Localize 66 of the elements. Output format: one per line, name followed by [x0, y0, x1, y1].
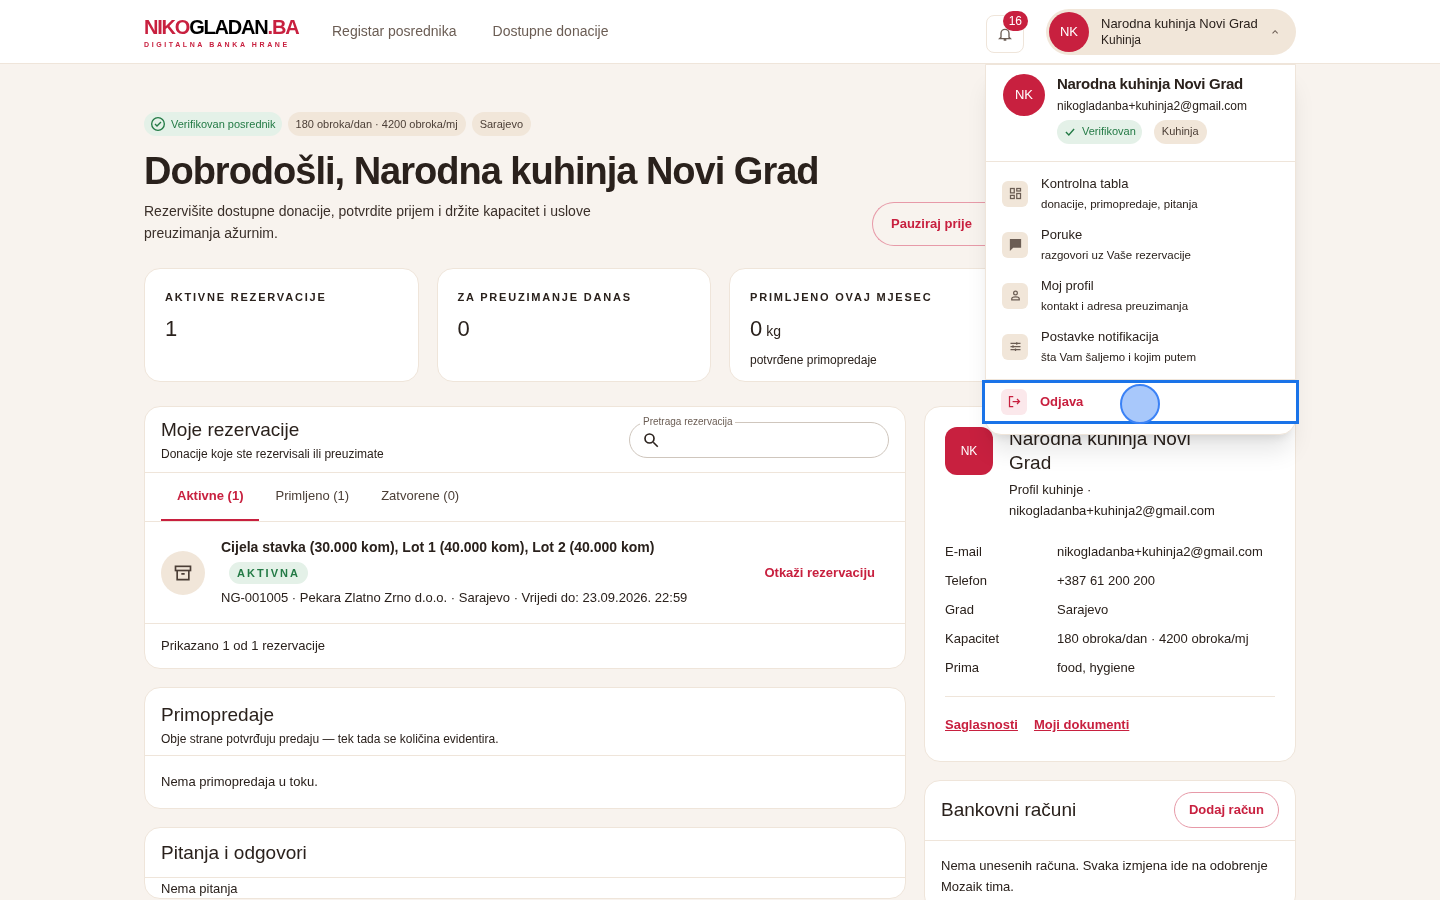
grid-icon — [1007, 186, 1023, 201]
card-title: Bankovni računi — [941, 797, 1077, 822]
card-subtitle: Obje strane potvrđuju predaju — tek tada se količina evidentira. — [161, 730, 500, 748]
field-label: Prima — [945, 658, 980, 677]
card-title: Moje rezervacije — [161, 418, 301, 443]
menu-item[interactable]: Postavke notifikacija šta Vam šaljemo i kojim putem — [986, 324, 1295, 369]
field-value: nikogladanba+kuhinja2@gmail.com — [1057, 542, 1263, 561]
info-badge: Kuhinja — [1153, 119, 1207, 144]
search-icon — [642, 430, 660, 449]
field-label: Grad — [945, 600, 975, 619]
cancel-link[interactable]: Otkaži rezervaciju — [764, 562, 875, 583]
logout-icon — [1006, 394, 1022, 409]
stat-label: AKTIVNE REZERVACIJE — [165, 290, 328, 305]
box-icon — [161, 550, 205, 595]
stat-note: potvrđene primopredaje — [750, 351, 878, 369]
field-value: +387 61 200 200 — [1057, 571, 1155, 590]
stat-unit: kg — [766, 321, 782, 341]
field-value: 180 obroka/dan · 4200 obroka/mj — [1057, 629, 1249, 648]
notification-count: 16 — [1002, 10, 1028, 31]
empty-message: Nema primopredaja u toku. — [160, 773, 319, 791]
info-badge: 180 obroka/dan · 4200 obroka/mj — [287, 112, 466, 136]
nav-link[interactable]: Registar posrednika — [332, 21, 457, 42]
card-subtitle: Donacije koje ste rezervisali ili preuzimate — [161, 445, 384, 463]
avatar: NK — [1049, 11, 1089, 52]
stat-value: 1 — [165, 314, 178, 343]
account-name: Narodna kuhinja Novi Grad — [1101, 15, 1258, 32]
chat-icon — [1007, 237, 1023, 252]
verified-badge: Verifikovan — [1057, 119, 1142, 144]
empty-message: Nema unesenih računa. Svaka izmjena ide na odobrenje Mozaik tima. — [940, 856, 1269, 896]
status-badge: AKTIVNA — [229, 562, 308, 585]
field-label: E-mail — [945, 542, 983, 561]
reservation-title: Cijela stavka (30.000 kom), Lot 1 (40.000 kom), Lot 2 (40.000 kom) — [221, 538, 656, 558]
stat-value: 0 — [457, 314, 470, 343]
card-title: Pitanja i odgovori — [161, 841, 308, 865]
stat-label: ZA PREUZIMANJE DANAS — [457, 290, 633, 305]
stat-value: 0 — [750, 314, 763, 343]
verified-badge: Verifikovan posrednik — [144, 112, 282, 136]
profile-subtitle: Profil kuhinje · — [1009, 481, 1093, 499]
field-value: Sarajevo — [1057, 600, 1109, 619]
profile-email: nikogladanba+kuhinja2@gmail.com — [1009, 502, 1216, 520]
profile-link[interactable]: Saglasnosti — [945, 715, 1018, 735]
avatar: NK — [1003, 74, 1045, 116]
menu-item[interactable]: Moj profil kontakt i adresa preuzimanja — [986, 273, 1295, 318]
tab[interactable]: Aktivne (1) — [161, 473, 260, 521]
reservation-details: NG-001005 · Pekara Zlatno Zrno d.o.o. · Sarajevo · Vrijedi do: 23.09.2026. 22:59 — [221, 589, 689, 608]
profile-link[interactable]: Moji dokumenti — [1033, 715, 1130, 735]
nav-link[interactable]: Dostupne donacije — [492, 21, 609, 42]
tab[interactable]: Zatvorene (0) — [365, 473, 476, 521]
field-label: Kapacitet — [945, 629, 1001, 648]
avatar: NK — [945, 427, 993, 475]
stat-label: PRIMLJENO OVAJ MJESEC — [750, 290, 934, 305]
card-title: Primopredaje — [161, 703, 275, 727]
list-footer: Prikazano 1 od 1 rezervacije — [145, 624, 905, 668]
page-title: Dobrodošli, Narodna kuhinja Novi Grad — [144, 149, 820, 194]
account-name: Narodna kuhinja Novi Grad — [1057, 74, 1244, 94]
logo[interactable]: NIKOGLADAN.BA — [144, 14, 299, 40]
tab[interactable]: Primljeno (1) — [259, 473, 366, 521]
page-subtitle: Rezervišite dostupne donacije, potvrdite prijem i držite kapacitet i uslove preuzimanja ažurnim. — [144, 202, 592, 243]
info-badge: Sarajevo — [471, 112, 532, 136]
account-email: nikogladanba+kuhinja2@gmail.com — [1057, 97, 1247, 115]
field-value: food, hygiene — [1057, 658, 1136, 677]
account-role: Kuhinja — [1101, 31, 1143, 48]
empty-message: Nema pitanja — [160, 880, 239, 897]
check-circle-icon — [150, 116, 166, 132]
field-label: Telefon — [945, 571, 988, 590]
account-button[interactable]: NK Narodna kuhinja Novi Grad Kuhinja — [1046, 8, 1296, 55]
